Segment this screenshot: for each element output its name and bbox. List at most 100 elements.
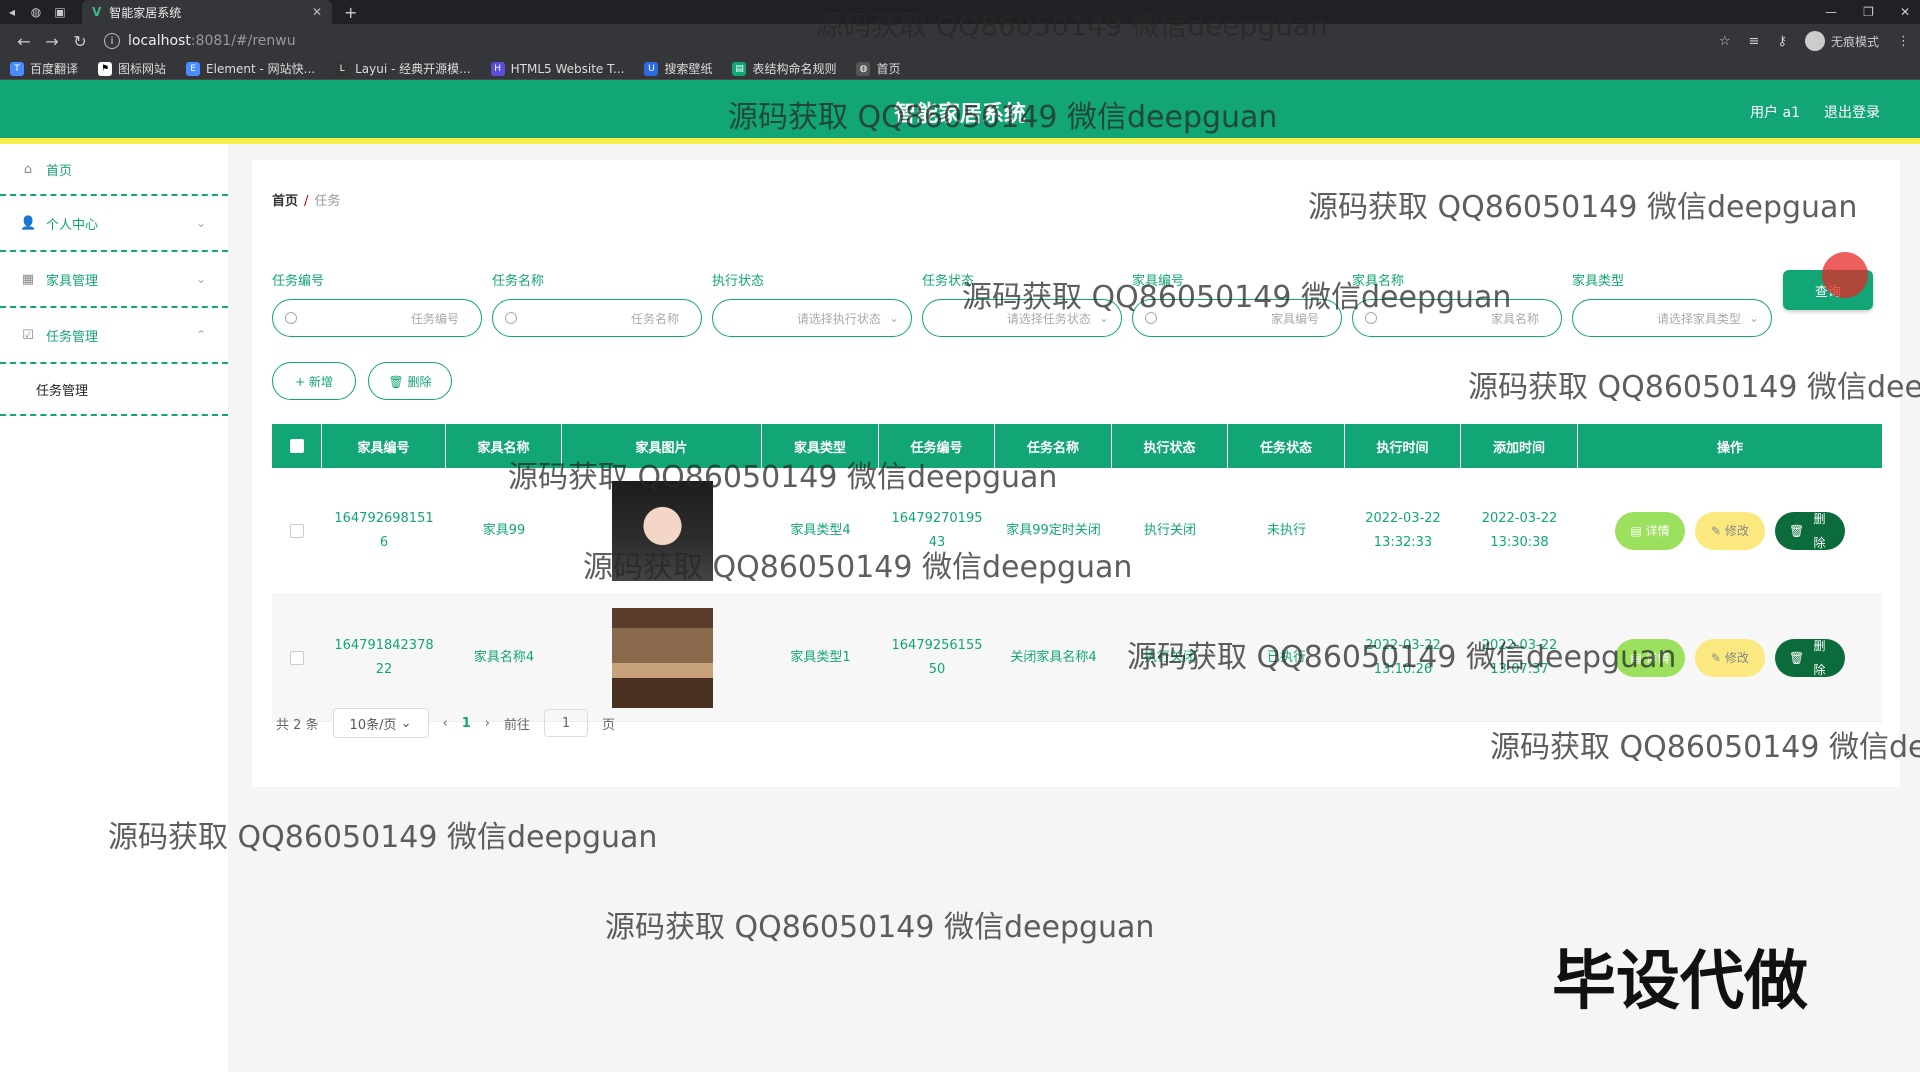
minimize-icon[interactable]: — xyxy=(1825,0,1837,24)
exec-status-select[interactable]: 请选择执行状态 ⌄ xyxy=(712,299,912,337)
next-page-icon[interactable]: › xyxy=(485,716,490,731)
row-select-cell xyxy=(272,595,322,721)
sidebar-item-home[interactable]: ⌂ 首页 xyxy=(0,144,228,196)
breadcrumb-home[interactable]: 首页 xyxy=(272,194,298,209)
watermark: 源码获取 QQ86050149 微信deepguan xyxy=(583,550,1133,585)
trash-icon: 🗑 xyxy=(1789,524,1809,538)
reload-icon[interactable]: ↻ xyxy=(66,32,94,51)
sidebar-item-profile[interactable]: 👤 个人中心 ⌄ xyxy=(0,196,228,252)
bookmark-item[interactable]: T 百度翻译 xyxy=(10,60,78,77)
delete-button[interactable]: 🗑 删除 xyxy=(368,362,452,400)
pagination: 共 2 条 10条/页 ⌄ ‹ 1 › 前往 1 页 xyxy=(276,708,615,738)
row-delete-button[interactable]: 🗑 删除 xyxy=(1775,512,1845,550)
sidebar-item-tasks[interactable]: ☑ 任务管理 ⌃ xyxy=(0,308,228,364)
col-header[interactable]: 执行状态 xyxy=(1112,424,1228,468)
browser-tab[interactable]: V 智能家居系统 ✕ xyxy=(82,0,332,24)
search-icon xyxy=(505,312,517,324)
bookmark-label: 表结构命名规则 xyxy=(752,62,837,76)
bookmark-item[interactable]: U 搜索壁纸 xyxy=(644,60,712,77)
col-header: 操作 xyxy=(1716,440,1743,456)
col-header[interactable]: 添加时间 xyxy=(1461,424,1578,468)
search-exec-status: 执行状态 请选择执行状态 ⌄ xyxy=(712,270,912,337)
watermark: 源码获取 QQ86050149 微信deepguan xyxy=(605,910,1155,945)
furniture-type-select[interactable]: 请选择家具类型 ⌄ xyxy=(1572,299,1772,337)
sidebar-item-furniture[interactable]: ▦ 家具管理 ⌄ xyxy=(0,252,228,308)
page-number[interactable]: 1 xyxy=(462,716,471,731)
chevron-down-icon: ⌄ xyxy=(888,311,899,325)
bookmark-item[interactable]: L Layui - 经典开源模... xyxy=(335,60,471,77)
bookmark-item[interactable]: H HTML5 Website T... xyxy=(490,61,624,76)
placeholder: 请选择家具类型 xyxy=(1656,311,1741,326)
cell-furniture-name: 家具名称4 xyxy=(473,650,535,665)
page-size-label: 10条/页 xyxy=(349,717,397,733)
watermark: 源码获取 QQ86050149 微信deepguan xyxy=(1127,640,1677,675)
submenu-task-management[interactable]: 任务管理 xyxy=(0,364,228,416)
search-label: 任务编号 xyxy=(272,274,325,289)
col-header[interactable]: 任务状态 xyxy=(1228,424,1345,468)
goto-page-input[interactable]: 1 xyxy=(544,709,589,737)
delete-label: 删除 xyxy=(1813,639,1826,677)
page-size-select[interactable]: 10条/页 ⌄ xyxy=(332,708,429,738)
logout-link[interactable]: 退出登录 xyxy=(1824,102,1880,122)
bookmark-item[interactable]: E Element - 网站快... xyxy=(186,60,315,77)
col-header[interactable]: 家具编号 xyxy=(322,424,446,468)
edit-label: 修改 xyxy=(1724,524,1749,538)
bookmark-label: 搜索壁纸 xyxy=(664,62,713,76)
search-icon xyxy=(285,312,297,324)
menu-icon[interactable]: ⋮ xyxy=(1897,34,1910,49)
close-window-icon[interactable]: ✕ xyxy=(1900,0,1910,24)
chevron-down-icon: ⌄ xyxy=(195,272,206,286)
edit-button[interactable]: ✎ 修改 xyxy=(1695,512,1765,550)
user-label[interactable]: 用户 a1 xyxy=(1750,102,1800,122)
incognito-label: 无痕模式 xyxy=(1830,34,1879,49)
task-no-input[interactable]: 任务编号 xyxy=(272,299,482,337)
furniture-image[interactable] xyxy=(611,608,713,708)
info-icon[interactable]: i xyxy=(104,33,120,49)
row-checkbox[interactable] xyxy=(290,524,304,538)
chevron-down-icon: ⌄ xyxy=(1748,311,1759,325)
browser-icon[interactable]: ◍ xyxy=(24,5,48,19)
tab-title: 智能家居系统 xyxy=(109,5,182,20)
audio-icon[interactable]: ◂ xyxy=(0,5,24,19)
cell-exec-time: 2022-03-22 13:32:33 xyxy=(1365,511,1441,550)
url-host: localhost xyxy=(128,33,191,49)
key-icon[interactable]: ⚷ xyxy=(1777,34,1787,49)
media-icon[interactable]: ≡ xyxy=(1749,34,1760,49)
placeholder: 任务编号 xyxy=(410,311,459,326)
main-panel: 首页 / 任务 任务编号 任务编号 任务名称 任务名称 执行状态 请选择执行状态 ⌄ … xyxy=(252,160,1900,787)
watermark: 源码获取 QQ86050149 微信deepguan xyxy=(728,100,1278,135)
add-button[interactable]: + 新增 xyxy=(272,362,356,400)
edit-button[interactable]: ✎ 修改 xyxy=(1695,639,1765,677)
col-header[interactable]: 执行时间 xyxy=(1345,424,1461,468)
cell-operations: ▤ 详情 ✎ 修改 🗑 删除 xyxy=(1578,468,1882,594)
bookmark-icon: ▤ xyxy=(732,61,747,76)
watermark: 源码获取 QQ86050149 微信deepguan xyxy=(108,820,658,855)
forward-icon[interactable]: → xyxy=(38,32,66,51)
back-icon[interactable]: ← xyxy=(10,32,38,51)
bookmark-item[interactable]: ◍ 首页 xyxy=(856,60,901,77)
task-icon: ☑ xyxy=(22,327,34,343)
incognito-indicator[interactable]: 无痕模式 xyxy=(1804,31,1879,51)
prev-page-icon[interactable]: ‹ xyxy=(443,716,448,731)
row-checkbox[interactable] xyxy=(290,651,304,665)
task-name-input[interactable]: 任务名称 xyxy=(492,299,702,337)
watermark: 源码获取 QQ86050149 微信deepguan xyxy=(962,280,1512,315)
bookmark-item[interactable]: ▤ 表结构命名规则 xyxy=(732,60,836,77)
row-delete-button[interactable]: 🗑 删除 xyxy=(1775,639,1845,677)
bookmark-icon: L xyxy=(335,61,350,76)
cursor-highlight xyxy=(1822,252,1868,298)
close-tab-icon[interactable]: ✕ xyxy=(312,5,322,19)
detail-button[interactable]: ▤ 详情 xyxy=(1615,512,1685,550)
search-label: 家具类型 xyxy=(1572,274,1625,289)
select-all-checkbox[interactable] xyxy=(289,439,304,453)
bookmark-icon: E xyxy=(186,61,201,76)
new-tab-icon[interactable]: + xyxy=(344,3,357,22)
cell-furniture-type: 家具类型1 xyxy=(790,650,851,665)
sidebar-item-label: 家具管理 xyxy=(46,273,99,289)
star-icon[interactable]: ☆ xyxy=(1719,34,1731,49)
bookmark-item[interactable]: ⚑ 图标网站 xyxy=(98,60,166,77)
app-icon[interactable]: ▣ xyxy=(48,5,72,19)
vue-logo-icon: V xyxy=(92,5,102,19)
bookmark-label: 百度翻译 xyxy=(30,62,79,76)
restore-icon[interactable]: ❐ xyxy=(1863,0,1874,24)
